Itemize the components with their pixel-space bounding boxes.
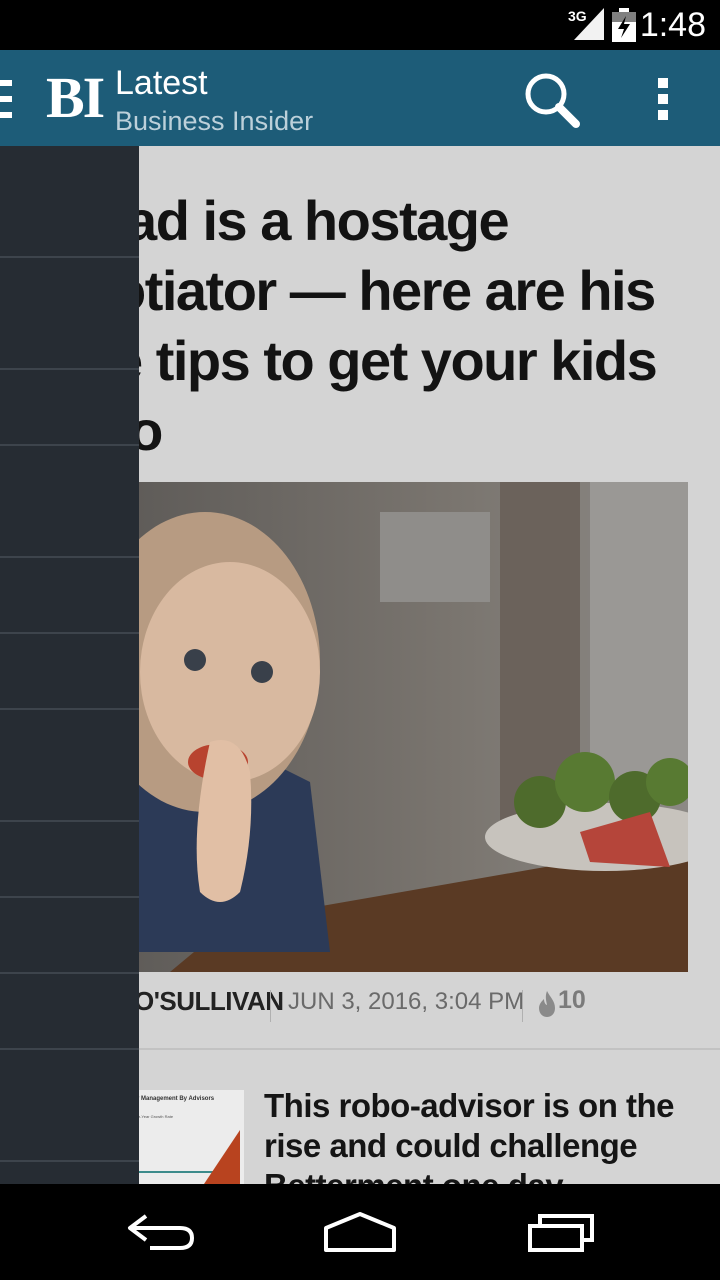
overflow-menu-icon[interactable] bbox=[656, 76, 670, 122]
drawer-divider bbox=[0, 972, 139, 974]
recent-apps-icon[interactable] bbox=[526, 1208, 598, 1254]
app-title: Latest bbox=[115, 64, 208, 102]
system-nav-bar bbox=[0, 1184, 720, 1280]
home-icon[interactable] bbox=[322, 1208, 398, 1254]
drawer-divider bbox=[0, 1160, 139, 1162]
app-bar: BI Latest Business Insider bbox=[0, 50, 720, 146]
drawer-divider bbox=[0, 256, 139, 258]
menu-icon[interactable] bbox=[0, 78, 12, 120]
article-divider bbox=[110, 1048, 720, 1050]
status-bar: 3G 1:48 bbox=[0, 0, 720, 50]
signal-icon bbox=[574, 8, 604, 40]
drawer-divider bbox=[0, 1048, 139, 1050]
trending-count: 10 bbox=[558, 986, 586, 1014]
drawer-divider bbox=[0, 444, 139, 446]
meta-divider bbox=[522, 990, 523, 1022]
back-icon[interactable] bbox=[124, 1208, 196, 1254]
drawer-divider bbox=[0, 368, 139, 370]
article-date: JUN 3, 2016, 3:04 PM bbox=[288, 988, 525, 1015]
drawer-divider bbox=[0, 708, 139, 710]
drawer-divider bbox=[0, 820, 139, 822]
drawer-divider bbox=[0, 632, 139, 634]
battery-icon bbox=[612, 8, 636, 42]
drawer-divider bbox=[0, 556, 139, 558]
clock: 1:48 bbox=[639, 6, 706, 44]
article-meta: O'SULLIVAN JUN 3, 2016, 3:04 PM 10 bbox=[120, 986, 720, 1022]
article-author[interactable]: O'SULLIVAN bbox=[134, 986, 284, 1017]
navigation-drawer[interactable] bbox=[0, 146, 139, 1184]
flame-icon bbox=[539, 991, 555, 1017]
next-article-title[interactable]: This robo-advisor is on the rise and cou… bbox=[264, 1086, 704, 1184]
article-hero-image[interactable] bbox=[110, 482, 688, 972]
search-icon[interactable] bbox=[522, 70, 582, 130]
meta-divider bbox=[270, 990, 271, 1022]
app-subtitle: Business Insider bbox=[115, 106, 314, 136]
drawer-divider bbox=[0, 896, 139, 898]
bi-logo[interactable]: BI bbox=[46, 68, 105, 128]
